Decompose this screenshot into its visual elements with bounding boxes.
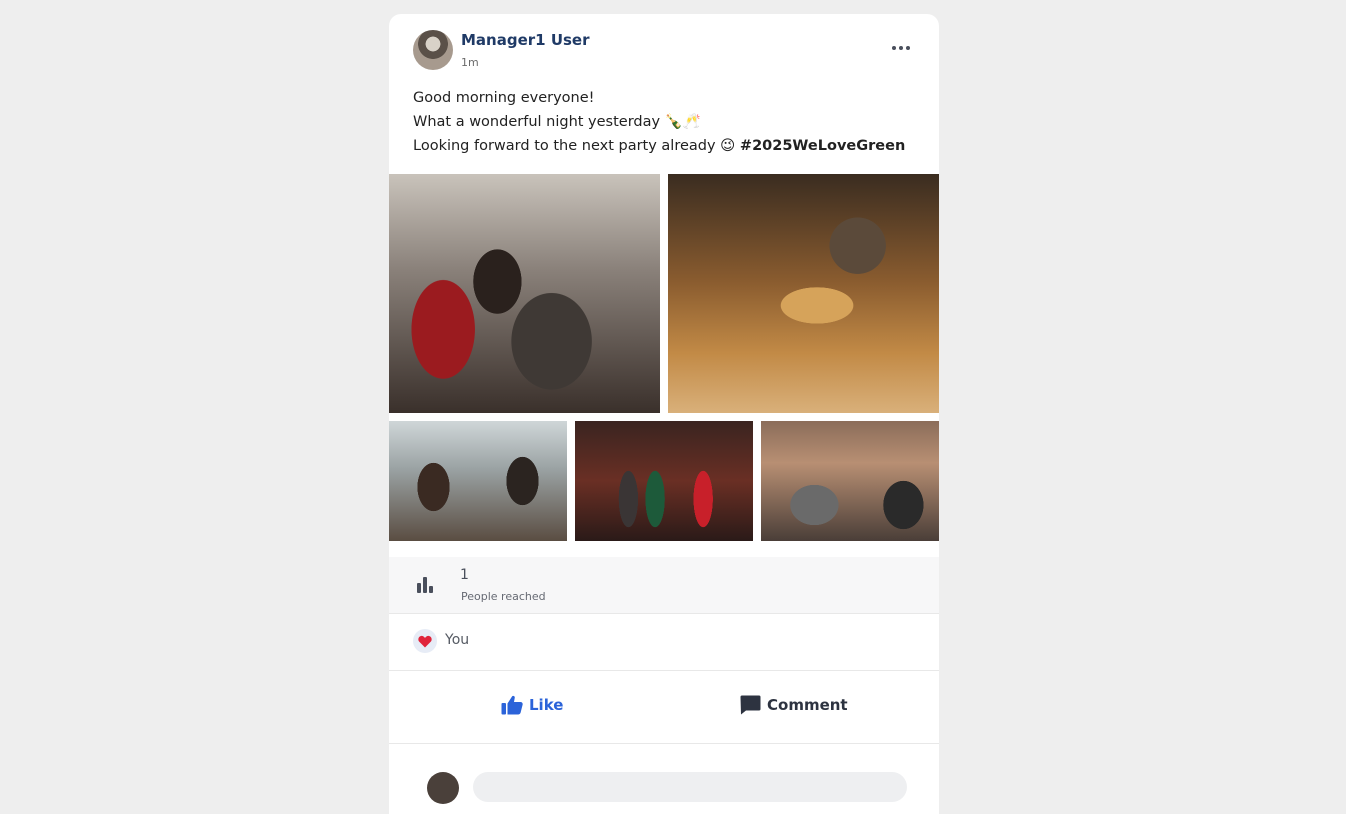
post-actions: Like Comment (389, 671, 939, 744)
current-user-avatar (427, 772, 459, 804)
reach-stats: 1 People reached (389, 557, 939, 614)
reactions-row: You (389, 614, 939, 671)
comment-button[interactable]: Comment (740, 695, 848, 715)
reaction-user[interactable]: You (445, 632, 469, 648)
comment-input[interactable] (473, 772, 907, 802)
post-text-line: Good morning everyone! (413, 90, 595, 106)
reach-count: 1 (460, 567, 469, 583)
more-dot-icon (892, 46, 896, 50)
post-photo-2[interactable] (668, 174, 939, 413)
hashtag-link[interactable]: #2025WeLoveGreen (740, 138, 905, 154)
post-photo-3[interactable] (389, 421, 567, 541)
comment-label: Comment (767, 696, 848, 714)
post-text-line-content: Looking forward to the next party alread… (413, 138, 740, 154)
post-timestamp: 1m (461, 56, 479, 69)
post-photo-5[interactable] (761, 421, 939, 541)
post-text-line: What a wonderful night yesterday 🍾🥂 (413, 114, 701, 130)
post-card: Manager1 User 1m Good morning everyone! … (389, 14, 939, 814)
comment-icon (740, 695, 761, 715)
reach-label: People reached (461, 590, 546, 603)
comment-composer (389, 744, 939, 814)
bar-chart-icon (417, 577, 433, 593)
thumbs-up-icon (501, 695, 523, 715)
author-avatar[interactable] (413, 30, 453, 70)
like-button[interactable]: Like (501, 695, 563, 715)
post-text-line: Looking forward to the next party alread… (413, 134, 913, 158)
post-photo-1[interactable] (389, 174, 660, 413)
post-text: Good morning everyone! What a wonderful … (413, 86, 913, 158)
more-dot-icon (906, 46, 910, 50)
like-label: Like (529, 696, 564, 714)
more-options-button[interactable] (885, 36, 917, 60)
author-name[interactable]: Manager1 User (461, 31, 590, 49)
post-photo-4[interactable] (575, 421, 753, 541)
more-dot-icon (899, 46, 903, 50)
heart-icon (413, 629, 437, 653)
